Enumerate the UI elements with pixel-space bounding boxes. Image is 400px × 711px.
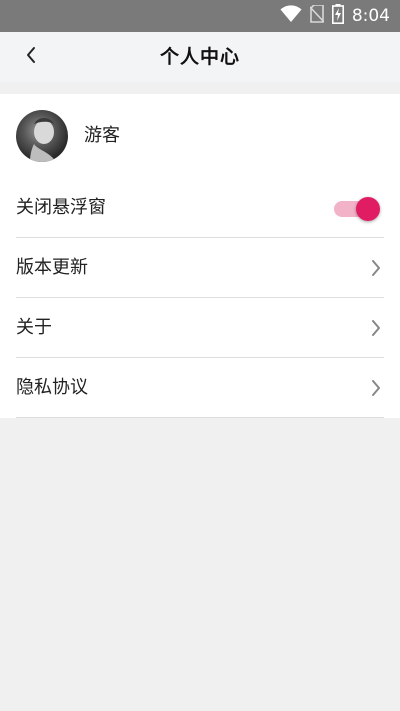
menu-item-label: 关于 [16,317,52,338]
chevron-right-icon [368,378,384,398]
battery-charging-icon [331,4,344,28]
page-title: 个人中心 [159,46,240,68]
floating-window-row: 关闭悬浮窗 [16,178,384,238]
menu-item-version-update[interactable]: 版本更新 [16,238,384,298]
menu-item-label: 版本更新 [16,257,88,278]
back-button[interactable] [14,40,48,74]
header: 个人中心 [0,32,400,82]
menu-item-about[interactable]: 关于 [16,298,384,358]
username: 游客 [84,125,120,146]
profile-row[interactable]: 游客 [0,94,400,178]
status-time: 8:04 [351,6,390,26]
toggle-knob [356,197,380,221]
no-sim-icon [309,4,325,27]
floating-window-toggle[interactable] [334,197,380,221]
menu-item-label: 隐私协议 [16,377,88,398]
wifi-icon [280,5,302,27]
status-bar: 8:04 [0,0,400,32]
chevron-right-icon [368,258,384,278]
status-icons: 8:04 [280,0,390,32]
menu-item-privacy-policy[interactable]: 隐私协议 [16,358,384,418]
chevron-left-icon [25,46,37,68]
avatar[interactable] [16,110,68,162]
chevron-right-icon [368,318,384,338]
floating-window-label: 关闭悬浮窗 [16,197,106,218]
settings-panel: 游客 关闭悬浮窗 版本更新 关于 隐私协议 [0,94,400,418]
